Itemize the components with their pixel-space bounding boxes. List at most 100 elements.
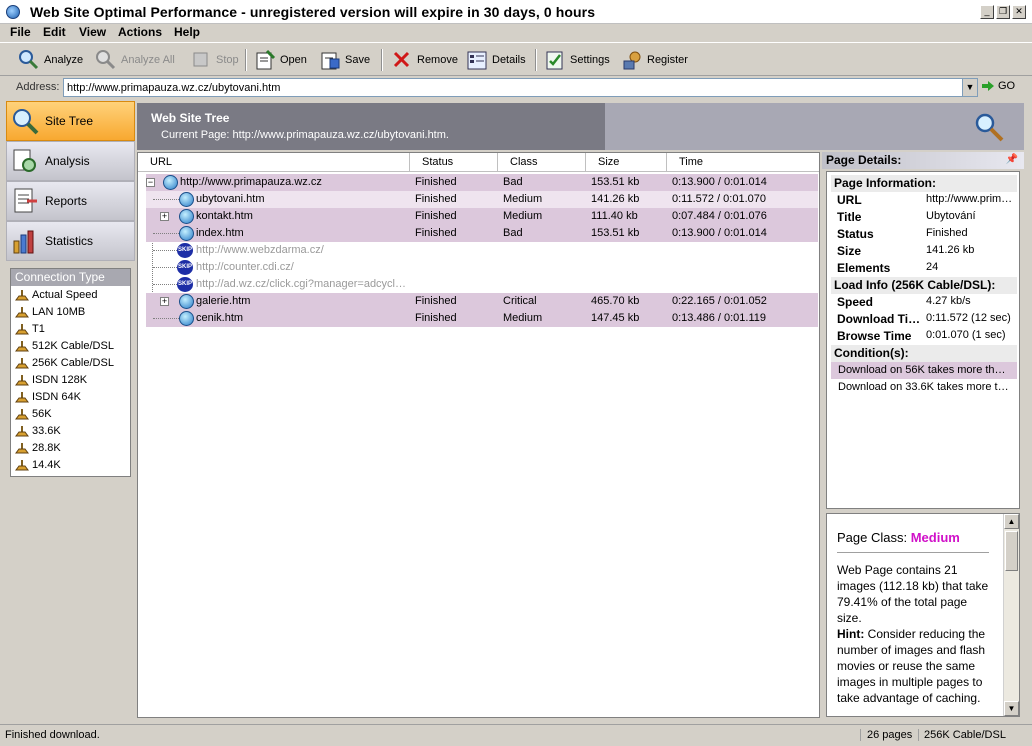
status-connection: 256K Cable/DSL xyxy=(918,729,1006,741)
connection-icon xyxy=(15,340,29,352)
menu-bar: File Edit View Actions Help xyxy=(0,24,1032,42)
menu-actions[interactable]: Actions xyxy=(118,25,162,39)
connection-item[interactable]: ISDN 64K xyxy=(11,388,130,405)
condition-item[interactable]: Download on 56K takes more than … xyxy=(831,362,1017,379)
menu-view[interactable]: View xyxy=(79,25,106,39)
remove-button[interactable]: Remove xyxy=(391,48,458,72)
sidebar-item-reports[interactable]: Reports xyxy=(6,181,135,221)
table-row[interactable]: SKIP http://www.webzdarma.cz/ xyxy=(146,242,818,259)
table-row[interactable]: + kontakt.htm Finished Medium 111.40 kb … xyxy=(146,208,818,225)
table-row[interactable]: index.htm Finished Bad 153.51 kb 0:13.90… xyxy=(146,225,818,242)
connection-icon xyxy=(15,323,29,335)
skip-icon: SKIP xyxy=(177,277,193,292)
connection-icon xyxy=(15,408,29,420)
load-info-heading: Load Info (256K Cable/DSL): xyxy=(831,277,1017,294)
address-bar: Address: ▼ GO xyxy=(0,77,1032,99)
column-header-size[interactable]: Size xyxy=(586,153,667,171)
toolbar-separator xyxy=(535,49,537,71)
close-button[interactable]: ✕ xyxy=(1012,5,1026,19)
settings-button[interactable]: Settings xyxy=(544,48,610,72)
table-row[interactable]: + galerie.htm Finished Critical 465.70 k… xyxy=(146,293,818,310)
address-dropdown-button[interactable]: ▼ xyxy=(962,78,978,97)
details-button[interactable]: Details xyxy=(466,48,526,72)
connection-item[interactable]: 33.6K xyxy=(11,422,130,439)
go-button[interactable]: GO xyxy=(982,80,1015,92)
connection-type-panel: Connection Type Actual Speed LAN 10MB T1 51… xyxy=(10,268,131,477)
title-bar: Web Site Optimal Performance - unregiste… xyxy=(0,0,1032,24)
scroll-thumb[interactable] xyxy=(1005,531,1018,571)
page-info-heading: Page Information: xyxy=(831,175,1017,192)
minimize-button[interactable]: _ xyxy=(980,5,994,19)
main-header: Web Site Tree Current Page: http://www.p… xyxy=(137,103,1024,150)
analyze-all-icon xyxy=(95,49,117,71)
condition-item[interactable]: Download on 33.6K takes more tha… xyxy=(831,379,1017,396)
menu-file[interactable]: File xyxy=(10,25,31,39)
open-button[interactable]: Open xyxy=(254,48,307,72)
info-row-status: Status Finished xyxy=(837,227,968,241)
status-text: Finished download. xyxy=(5,729,100,741)
sidebar-item-statistics[interactable]: Statistics xyxy=(6,221,135,261)
stop-icon xyxy=(190,49,212,71)
connection-item[interactable]: 512K Cable/DSL xyxy=(11,337,130,354)
page-class-box: Page Class: Medium Web Page contains 21 … xyxy=(826,513,1020,717)
connection-item[interactable]: 256K Cable/DSL xyxy=(11,354,130,371)
connection-item[interactable]: Actual Speed xyxy=(11,286,130,303)
connection-icon xyxy=(15,442,29,454)
collapse-icon[interactable]: − xyxy=(146,178,155,187)
info-row-download-time: Download Ti… 0:11.572 (12 sec) xyxy=(837,312,1011,326)
globe-icon xyxy=(163,175,178,190)
skip-icon: SKIP xyxy=(177,243,193,258)
expand-icon[interactable]: + xyxy=(160,212,169,221)
scroll-up-button[interactable]: ▲ xyxy=(1004,514,1019,529)
sidebar-item-site-tree[interactable]: Site Tree xyxy=(6,101,135,141)
column-header-class[interactable]: Class xyxy=(498,153,586,171)
connection-item[interactable]: 28.8K xyxy=(11,439,130,456)
table-row[interactable]: cenik.htm Finished Medium 147.45 kb 0:13… xyxy=(146,310,818,327)
address-input[interactable] xyxy=(63,78,963,97)
connection-icon xyxy=(15,391,29,403)
connection-item[interactable]: ISDN 128K xyxy=(11,371,130,388)
analyze-all-button[interactable]: Analyze All xyxy=(95,48,175,72)
expand-icon[interactable]: + xyxy=(160,297,169,306)
column-header-time[interactable]: Time xyxy=(667,153,819,171)
toolbar-separator xyxy=(245,49,247,71)
menu-help[interactable]: Help xyxy=(174,25,200,39)
connection-item[interactable]: 14.4K xyxy=(11,456,130,473)
pin-icon[interactable]: 📌 xyxy=(1006,154,1018,165)
column-header-status[interactable]: Status xyxy=(410,153,498,171)
table-row[interactable]: SKIP http://ad.wz.cz/click.cgi?manager=a… xyxy=(146,276,818,293)
register-button[interactable]: Register xyxy=(621,48,688,72)
remove-icon xyxy=(391,49,413,71)
restore-button[interactable]: ❐ xyxy=(996,5,1010,19)
table-row[interactable]: ubytovani.htm Finished Medium 141.26 kb … xyxy=(146,191,818,208)
analyze-button[interactable]: Analyze xyxy=(18,48,83,72)
sidebar-item-analysis[interactable]: Analysis xyxy=(6,141,135,181)
page-class-description: Web Page contains 21 images (112.18 kb) … xyxy=(837,563,989,705)
connection-list: Actual Speed LAN 10MB T1 512K Cable/DSL 256K… xyxy=(11,286,130,473)
divider xyxy=(837,552,989,553)
reports-icon xyxy=(11,187,39,215)
page-class-value: Medium xyxy=(910,530,960,545)
connection-icon xyxy=(15,425,29,437)
stop-button[interactable]: Stop xyxy=(190,48,239,72)
table-row[interactable]: − http://www.primapauza.wz.cz Finished B… xyxy=(146,174,818,191)
page-class-title: Page Class: Medium xyxy=(837,530,960,545)
globe-icon xyxy=(179,226,194,241)
info-row-title: Title Ubytování xyxy=(837,210,976,224)
scroll-down-button[interactable]: ▼ xyxy=(1004,701,1019,716)
info-row-speed: Speed 4.27 kb/s xyxy=(837,295,971,309)
connection-item[interactable]: T1 xyxy=(11,320,130,337)
skip-icon: SKIP xyxy=(177,260,193,275)
column-header-url[interactable]: URL xyxy=(138,153,410,171)
connection-item[interactable]: LAN 10MB xyxy=(11,303,130,320)
table-row[interactable]: SKIP http://counter.cdi.cz/ xyxy=(146,259,818,276)
app-icon xyxy=(6,5,20,19)
save-button[interactable]: Save xyxy=(319,48,370,72)
vertical-scrollbar[interactable]: ▲ ▼ xyxy=(1003,514,1019,716)
connection-item[interactable]: 56K xyxy=(11,405,130,422)
window-title: Web Site Optimal Performance - unregiste… xyxy=(30,4,596,20)
connection-icon xyxy=(15,374,29,386)
globe-icon xyxy=(179,192,194,207)
info-row-size: Size 141.26 kb xyxy=(837,244,975,258)
menu-edit[interactable]: Edit xyxy=(43,25,66,39)
